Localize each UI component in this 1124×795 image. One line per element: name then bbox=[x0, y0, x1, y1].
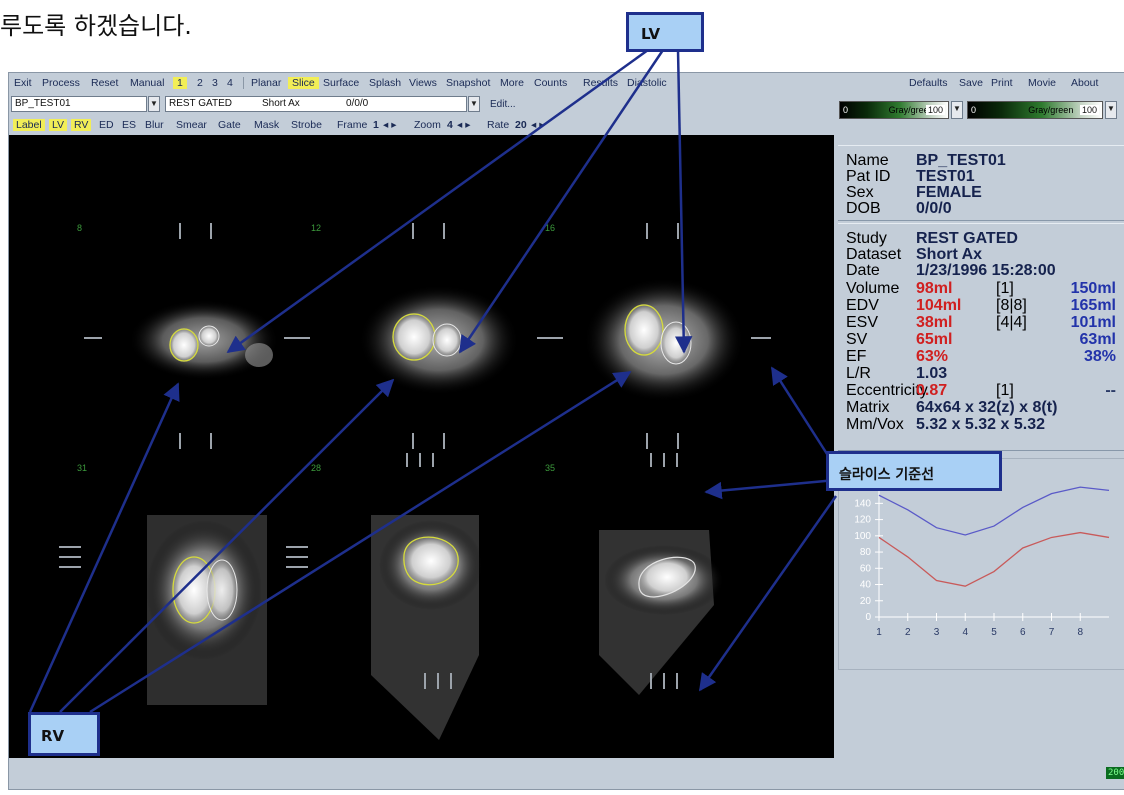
slice-reference-arrow bbox=[704, 478, 837, 500]
lv-arrow bbox=[226, 48, 649, 354]
lv-arrow bbox=[458, 49, 665, 354]
rv-arrow bbox=[28, 382, 180, 713]
lv-arrow bbox=[674, 49, 693, 354]
rv-arrow bbox=[59, 378, 395, 713]
annotation-arrows bbox=[28, 48, 838, 714]
lv-callout: LV bbox=[626, 12, 704, 52]
slice-reference-callout: 슬라이스 기준선 bbox=[826, 451, 1002, 491]
slice-reference-arrow bbox=[698, 495, 838, 692]
rv-arrow bbox=[89, 370, 632, 714]
rv-callout: RV bbox=[28, 712, 100, 756]
